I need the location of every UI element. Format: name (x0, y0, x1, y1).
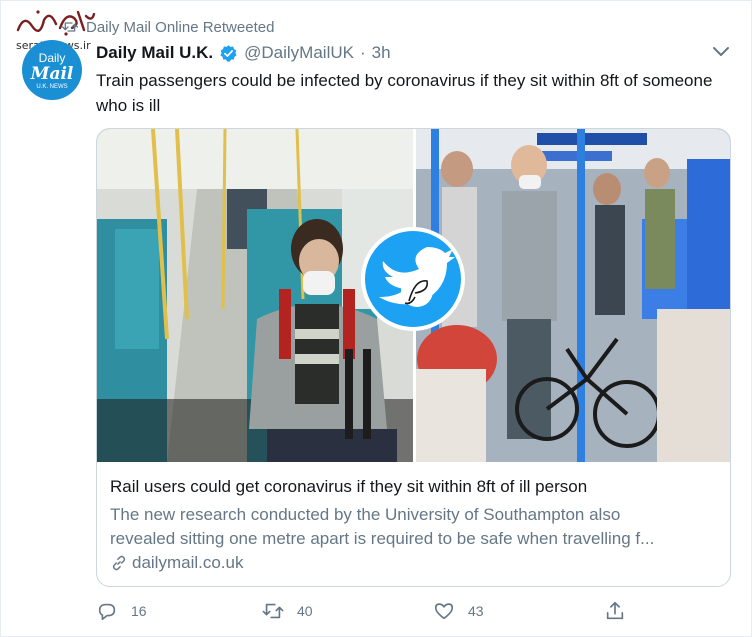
card-domain[interactable]: dailymail.co.uk (110, 553, 244, 573)
reply-count: 16 (131, 603, 147, 619)
reply-icon (98, 603, 116, 621)
author-name[interactable]: Daily Mail U.K. (96, 43, 213, 63)
avatar[interactable]: Daily Mail U.K. NEWS (22, 40, 82, 100)
link-icon (112, 555, 126, 571)
tweet-text: Train passengers could be infected by co… (96, 71, 713, 115)
retweet-count: 40 (297, 603, 313, 619)
retweet-button[interactable]: 40 (262, 600, 313, 622)
tweet-timestamp[interactable]: 3h (372, 43, 391, 63)
avatar-line3: U.K. NEWS (36, 84, 68, 90)
tweet-header: Daily Mail U.K. @DailyMailUK · 3h (96, 42, 391, 64)
chevron-down-icon[interactable] (710, 44, 732, 60)
retweet-indicator: Daily Mail Online Retweeted (62, 18, 274, 36)
avatar-line1: Daily (38, 51, 66, 65)
reply-button[interactable]: 16 (96, 600, 147, 622)
retweet-label[interactable]: Daily Mail Online Retweeted (86, 19, 274, 36)
card-domain-text: dailymail.co.uk (132, 553, 244, 572)
like-count: 43 (468, 603, 484, 619)
retweet-action-icon (262, 603, 284, 619)
card-image[interactable] (97, 129, 730, 462)
like-button[interactable]: 43 (433, 600, 484, 622)
author-handle[interactable]: @DailyMailUK (244, 43, 354, 63)
card-description-line2: revealed sitting one metre apart is requ… (110, 529, 655, 548)
card-description: The new research conducted by the Univer… (110, 503, 718, 551)
verified-badge-icon (220, 44, 237, 62)
share-button[interactable] (604, 600, 626, 622)
card-photo-illustration (97, 129, 730, 462)
card-description-line1: The new research conducted by the Univer… (110, 505, 621, 524)
heart-icon (434, 603, 454, 620)
tweet-actions: 16 40 43 (96, 600, 636, 626)
link-card[interactable]: Rail users could get coronavirus if they… (96, 128, 731, 587)
card-title[interactable]: Rail users could get coronavirus if they… (110, 477, 587, 497)
header-separator: · (359, 43, 366, 62)
avatar-line2: Mail (30, 64, 74, 84)
retweet-icon (62, 22, 78, 32)
share-icon (606, 601, 624, 620)
